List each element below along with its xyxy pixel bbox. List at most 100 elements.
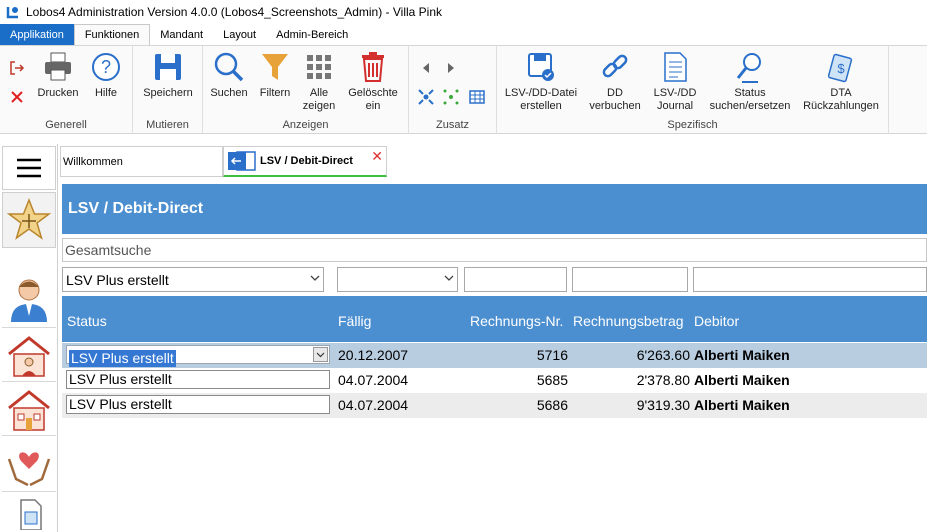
debitor-cell: Alberti Maiken: [694, 397, 790, 413]
status-filter-select[interactable]: LSV Plus erstellt: [62, 267, 324, 292]
hilfe-button[interactable]: ? Hilfe: [88, 50, 124, 100]
collapse-icon[interactable]: [417, 88, 435, 106]
rueckzahlungen-label: Rückzahlungen: [803, 100, 879, 112]
documents-button[interactable]: [2, 494, 56, 532]
dta-rueckzahlungen-button[interactable]: $ DTA Rückzahlungen: [799, 50, 883, 113]
hilfe-label: Hilfe: [94, 87, 117, 99]
column-header-status[interactable]: Status: [67, 313, 107, 329]
menu-admin-bereich[interactable]: Admin-Bereich: [266, 24, 358, 45]
tab-lsv-debit-direct[interactable]: LSV / Debit-Direct ✕: [223, 146, 387, 177]
status-cell[interactable]: LSV Plus erstellt: [66, 395, 330, 414]
column-header-rechnungsbetrag[interactable]: Rechnungsbetrag: [573, 313, 684, 329]
suchen-label: Suchen: [210, 87, 248, 99]
rechnungsbetrag-cell: 9'319.30: [636, 397, 690, 413]
menu-mandant[interactable]: Mandant: [150, 24, 213, 45]
care-button[interactable]: [2, 438, 56, 492]
tab-close-icon[interactable]: ✕: [371, 148, 383, 165]
speichern-label: Speichern: [143, 87, 193, 99]
speichern-button[interactable]: Speichern: [138, 50, 198, 100]
rechnungs-nr-filter[interactable]: [464, 267, 567, 292]
svg-text:?: ?: [101, 57, 111, 77]
star-add-icon: [6, 197, 52, 240]
trash-icon: [362, 52, 384, 82]
previous-icon[interactable]: [421, 62, 431, 74]
debitor-cell: Alberti Maiken: [694, 372, 790, 388]
lsv-tab-icon: [228, 151, 256, 171]
dd-verbuchen-button[interactable]: DD verbuchen: [585, 50, 645, 113]
save-file-icon: [528, 53, 554, 81]
ribbon-group-mutieren: Speichern Mutieren: [133, 46, 203, 134]
page-title: LSV / Debit-Direct: [62, 184, 927, 234]
verbuchen-label: verbuchen: [589, 100, 641, 112]
left-navigation: [0, 144, 58, 532]
geloeschte-ein-button[interactable]: Gelöschte ein: [343, 50, 403, 113]
lsv-dd-journal-button[interactable]: LSV-/DD Journal: [647, 50, 703, 113]
dta-label: DTA: [830, 87, 852, 99]
chevron-down-icon[interactable]: [313, 347, 328, 362]
lsv-dd-datei-label: LSV-/DD-Datei: [504, 87, 578, 99]
search-icon: [214, 52, 244, 82]
house-person-icon: [8, 335, 50, 377]
status-cell-editor[interactable]: LSV Plus erstellt: [66, 345, 330, 367]
grid-icon: [307, 55, 331, 79]
rechnungs-nr-cell: 5685: [536, 372, 568, 388]
table-row[interactable]: LSV Plus erstellt 20.12.2007 5716 6'263.…: [62, 343, 927, 368]
drucken-button[interactable]: Drucken: [38, 50, 78, 100]
column-header-rechnungs-nr[interactable]: Rechnungs-Nr.: [470, 313, 563, 329]
status-suchen-ersetzen-button[interactable]: Status suchen/ersetzen: [705, 50, 795, 113]
residents-button[interactable]: [2, 330, 56, 382]
search-replace-icon: [736, 53, 761, 83]
filtern-button[interactable]: Filtern: [257, 50, 293, 100]
house-icon: [8, 389, 50, 431]
table-row[interactable]: LSV Plus erstellt 04.07.2004 5685 2'378.…: [62, 368, 927, 393]
expand-icon[interactable]: [442, 88, 460, 106]
printer-icon: [45, 52, 71, 81]
grid-header: Status Fällig Rechnungs-Nr. Rechnungsbet…: [62, 296, 927, 342]
group-label-mutieren: Mutieren: [146, 119, 189, 131]
faellig-filter-select[interactable]: [337, 267, 458, 292]
window-title: Lobos4 Administration Version 4.0.0 (Lob…: [26, 5, 443, 19]
journal-icon: [664, 52, 687, 82]
status-cell[interactable]: LSV Plus erstellt: [66, 370, 330, 389]
global-search-input[interactable]: Gesamtsuche: [62, 238, 927, 262]
rechnungsbetrag-filter[interactable]: [572, 267, 688, 292]
suchen-ersetzen-label: suchen/ersetzen: [709, 100, 791, 112]
status-cell: LSV Plus erstellt: [69, 350, 176, 367]
rechnungs-nr-cell: 5716: [536, 347, 568, 363]
faellig-cell: 04.07.2004: [338, 397, 409, 413]
filtern-label: Filtern: [259, 87, 291, 99]
ribbon-group-generell: Drucken ? Hilfe Generell: [0, 46, 133, 134]
menu-applikation[interactable]: Applikation: [0, 24, 74, 45]
chevron-down-icon: [444, 275, 454, 281]
column-header-debitor[interactable]: Debitor: [694, 313, 739, 329]
dd-label: DD: [607, 87, 623, 99]
menu-bar: Applikation Funktionen Mandant Layout Ad…: [0, 24, 927, 45]
column-header-faellig[interactable]: Fällig: [338, 313, 371, 329]
favorites-button[interactable]: [2, 192, 56, 248]
rechnungs-nr-cell: 5686: [536, 397, 568, 413]
rechnungsbetrag-cell: 6'263.60: [636, 347, 690, 363]
debitor-filter[interactable]: [693, 267, 927, 292]
hamburger-menu-button[interactable]: [2, 146, 56, 190]
houses-button[interactable]: [2, 384, 56, 436]
ribbon-group-spezifisch: LSV-/DD-Datei erstellen DD verbuchen LSV…: [497, 46, 889, 134]
tab-willkommen[interactable]: Willkommen: [60, 146, 223, 177]
table-icon[interactable]: [468, 88, 486, 106]
ribbon: Drucken ? Hilfe Generell Speichern Mutie…: [0, 45, 927, 134]
next-icon[interactable]: [446, 62, 456, 74]
alle-zeigen-button[interactable]: Alle zeigen: [299, 50, 339, 113]
ein-label: ein: [365, 100, 381, 112]
suchen-button[interactable]: Suchen: [207, 50, 251, 100]
menu-layout[interactable]: Layout: [213, 24, 266, 45]
exit-icon[interactable]: [9, 60, 25, 76]
close-icon[interactable]: [10, 90, 24, 104]
lsv-dd-datei-erstellen-button[interactable]: LSV-/DD-Datei erstellen: [501, 50, 581, 113]
table-row[interactable]: LSV Plus erstellt 04.07.2004 5686 9'319.…: [62, 393, 927, 418]
menu-funktionen[interactable]: Funktionen: [73, 24, 151, 45]
chevron-down-icon: [310, 275, 320, 281]
group-label-zusatz: Zusatz: [435, 119, 469, 131]
persons-button[interactable]: [2, 272, 56, 328]
lsv-dd-journal-label-1: LSV-/DD: [653, 87, 697, 99]
filter-icon: [262, 54, 288, 80]
zeigen-label: zeigen: [302, 100, 336, 112]
